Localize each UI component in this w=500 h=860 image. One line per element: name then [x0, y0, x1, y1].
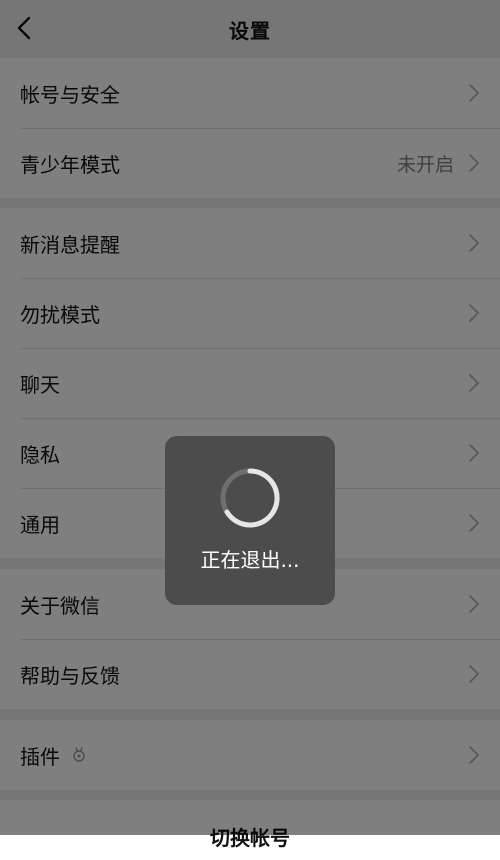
- loading-spinner-icon: [220, 468, 280, 528]
- toast-message: 正在退出...: [200, 548, 300, 572]
- modal-overlay: [0, 0, 500, 835]
- loading-toast: 正在退出...: [165, 436, 335, 605]
